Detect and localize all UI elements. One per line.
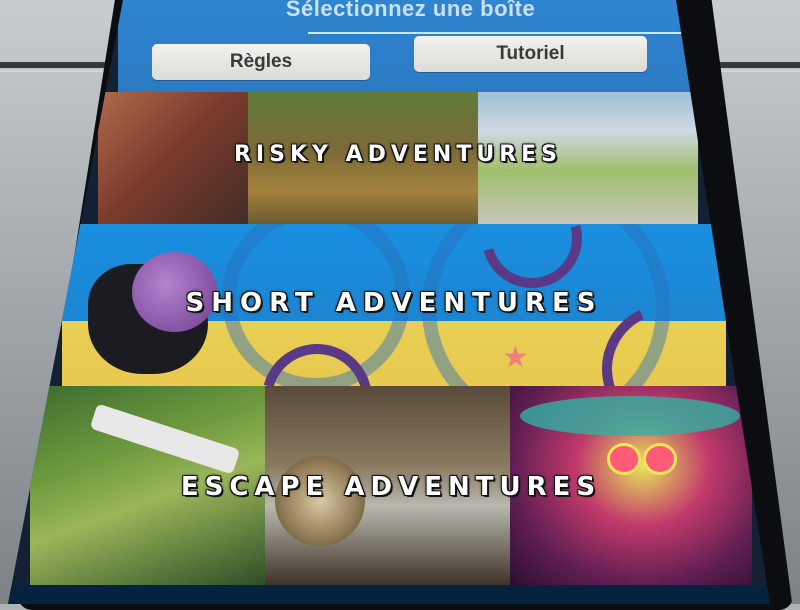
- header-title: Sélectionnez une boîte: [285, 0, 536, 21]
- banner-label: ESCAPE ADVENTURES: [180, 472, 602, 502]
- banner-short-adventures[interactable]: ★ SHORT ADVENTURES: [62, 224, 726, 386]
- clown-hair: [520, 396, 740, 436]
- next-banner-peek: [8, 585, 770, 604]
- rules-button[interactable]: Règles: [152, 44, 370, 80]
- banner-label: RISKY ADVENTURES: [233, 142, 563, 167]
- banner-escape-adventures[interactable]: ESCAPE ADVENTURES: [30, 386, 752, 586]
- clown-eyes: [610, 446, 680, 472]
- starfish-icon: ★: [502, 341, 529, 374]
- banner-label: SHORT ADVENTURES: [185, 288, 603, 318]
- banner-risky-adventures[interactable]: RISKY ADVENTURES: [98, 92, 698, 224]
- header-divider: [308, 32, 708, 34]
- phone-screen: Sélectionnez une boîte Règles Tutoriel R…: [8, 0, 770, 604]
- tutorial-button[interactable]: Tutoriel: [414, 36, 647, 72]
